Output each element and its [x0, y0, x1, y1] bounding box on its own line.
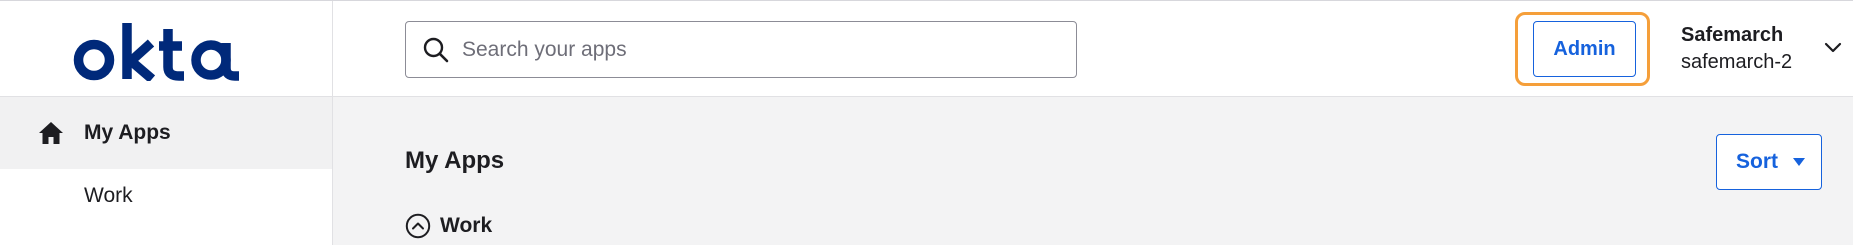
admin-button[interactable]: Admin	[1533, 21, 1636, 77]
sidebar: My Apps Work	[0, 97, 333, 245]
sidebar-item-work[interactable]: Work	[0, 160, 332, 232]
sort-label: Sort	[1736, 150, 1778, 173]
sort-button[interactable]: Sort	[1716, 134, 1822, 190]
user-menu[interactable]: Safemarch safemarch-2	[1680, 19, 1845, 79]
search-icon	[423, 37, 449, 63]
chevron-up-circle-icon[interactable]	[405, 213, 431, 239]
sidebar-item-label: My Apps	[84, 121, 171, 144]
okta-logo[interactable]	[73, 21, 258, 81]
main-content: My Apps Sort Work	[333, 97, 1853, 245]
home-icon	[39, 122, 63, 144]
search-input[interactable]	[460, 22, 1060, 77]
top-header: Admin Safemarch safemarch-2	[0, 1, 1853, 97]
sidebar-item-my-apps[interactable]: My Apps	[0, 97, 332, 169]
page-title: My Apps	[405, 147, 505, 174]
okta-dashboard: Admin Safemarch safemarch-2 My Apps Work…	[0, 0, 1853, 245]
caret-down-icon	[1793, 158, 1805, 166]
search-box[interactable]	[405, 21, 1077, 78]
sidebar-item-label: Work	[84, 184, 133, 207]
user-org-name: Safemarch	[1681, 24, 1784, 46]
chevron-down-icon[interactable]	[1822, 37, 1844, 59]
section-title: Work	[440, 214, 493, 237]
user-account-name: safemarch-2	[1681, 51, 1793, 73]
logo-area	[0, 1, 333, 97]
